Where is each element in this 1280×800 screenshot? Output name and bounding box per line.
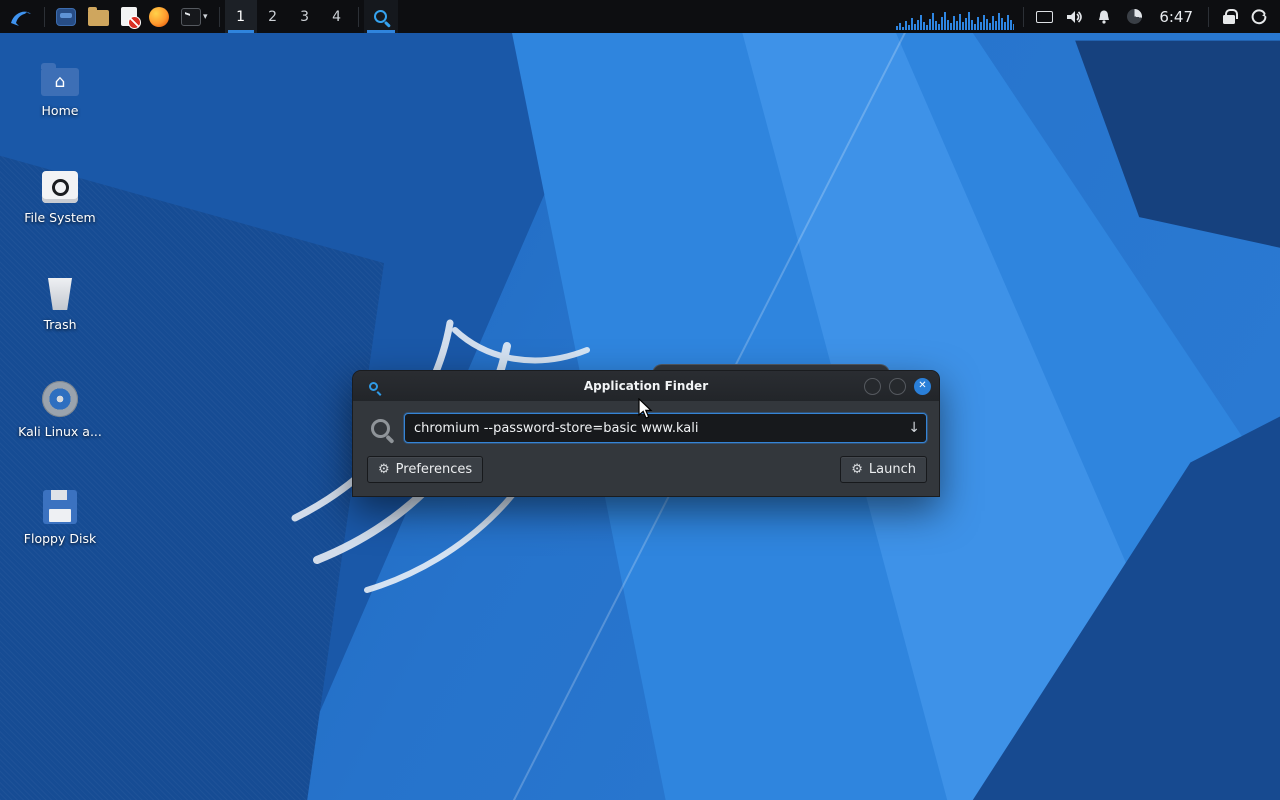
window-title: Application Finder [353,379,939,393]
top-panel: ▾ 1 2 3 4 6:47 [0,0,1280,33]
desktop-icon-file-system[interactable]: File System [16,163,104,225]
drive-icon [42,171,78,203]
desktop-icon-label: File System [24,211,96,225]
taskbar-text-editor[interactable] [115,0,143,33]
workspace-1-button[interactable]: 1 [225,0,257,33]
desktop-icon-label: Home [42,104,79,118]
panel-separator [1023,7,1024,27]
volume-icon [1065,9,1083,25]
workspace-4-button[interactable]: 4 [321,0,353,33]
terminal-icon [181,8,201,26]
preferences-label: Preferences [396,462,472,477]
document-icon [121,7,137,26]
desktop-icon-trash[interactable]: Trash [16,270,104,332]
display-icon [1036,11,1053,23]
launch-label: Launch [869,462,916,477]
home-icon: ⌂ [41,68,79,96]
kali-logo-icon [9,6,33,28]
panel-separator [44,7,45,27]
desktop-icon-label: Kali Linux a... [18,425,102,439]
desktop-icon-label: Floppy Disk [24,532,96,546]
desktop-icon-kali-linux-cd[interactable]: Kali Linux a... [16,377,104,439]
close-button[interactable]: ✕ [914,378,931,395]
panel-separator [219,7,220,27]
titlebar[interactable]: Application Finder ✕ [353,371,939,401]
preferences-button[interactable]: ⚙ Preferences [367,456,483,483]
application-finder-icon [374,10,387,23]
taskbar-application-finder[interactable] [364,0,398,33]
dropdown-arrow-icon[interactable]: ↓ [908,413,920,443]
cpu-graph[interactable] [896,4,1014,30]
trash-icon [45,278,75,310]
taskbar-file-manager[interactable] [82,0,115,33]
taskbar-files-app[interactable] [50,0,82,33]
workspace-3-button[interactable]: 3 [289,0,321,33]
close-icon: ✕ [918,381,926,391]
status-pie-icon [1127,9,1142,24]
minimize-button[interactable] [864,378,881,395]
desktop-icon-floppy-disk[interactable]: Floppy Disk [16,484,104,546]
search-combo: ↓ [404,413,927,443]
disc-icon [42,381,78,417]
workspace-label: 2 [268,9,277,25]
display-settings-tray[interactable] [1029,0,1059,33]
workspace-label: 4 [332,9,341,25]
taskbar-firefox[interactable] [143,0,175,33]
panel-separator [358,7,359,27]
clock[interactable]: 6:47 [1149,8,1203,26]
desktop-icon-label: Trash [43,318,76,332]
folder-icon [88,10,109,26]
search-icon [371,419,390,438]
application-finder-window: Application Finder ✕ ↓ ⚙ Preferences ⚙ L… [352,370,940,497]
applications-menu-button[interactable] [3,0,39,33]
status-tray[interactable] [1119,0,1149,33]
desktop-icon-home[interactable]: ⌂ Home [16,56,104,118]
firefox-icon [149,7,169,27]
notifications-tray[interactable] [1089,0,1119,33]
launch-icon: ⚙ [851,463,863,476]
logout-icon [1250,8,1268,26]
volume-tray[interactable] [1059,0,1089,33]
maximize-button[interactable] [889,378,906,395]
workspace-label: 3 [300,9,309,25]
panel-separator [1208,7,1209,27]
screen-lock-button[interactable] [1214,0,1244,33]
session-menu-button[interactable] [1244,0,1274,33]
files-app-icon [56,8,76,26]
bell-icon [1096,9,1112,25]
floppy-icon [43,490,77,524]
taskbar-terminal[interactable]: ▾ [175,0,214,33]
chevron-down-icon: ▾ [203,12,208,22]
search-input[interactable] [404,413,927,443]
dialog-body: ↓ ⚙ Preferences ⚙ Launch [353,401,939,495]
workspace-label: 1 [236,9,245,25]
launch-button[interactable]: ⚙ Launch [840,456,927,483]
workspace-2-button[interactable]: 2 [257,0,289,33]
gear-icon: ⚙ [378,463,390,476]
lock-icon [1223,15,1235,24]
application-finder-window-icon [365,378,382,395]
